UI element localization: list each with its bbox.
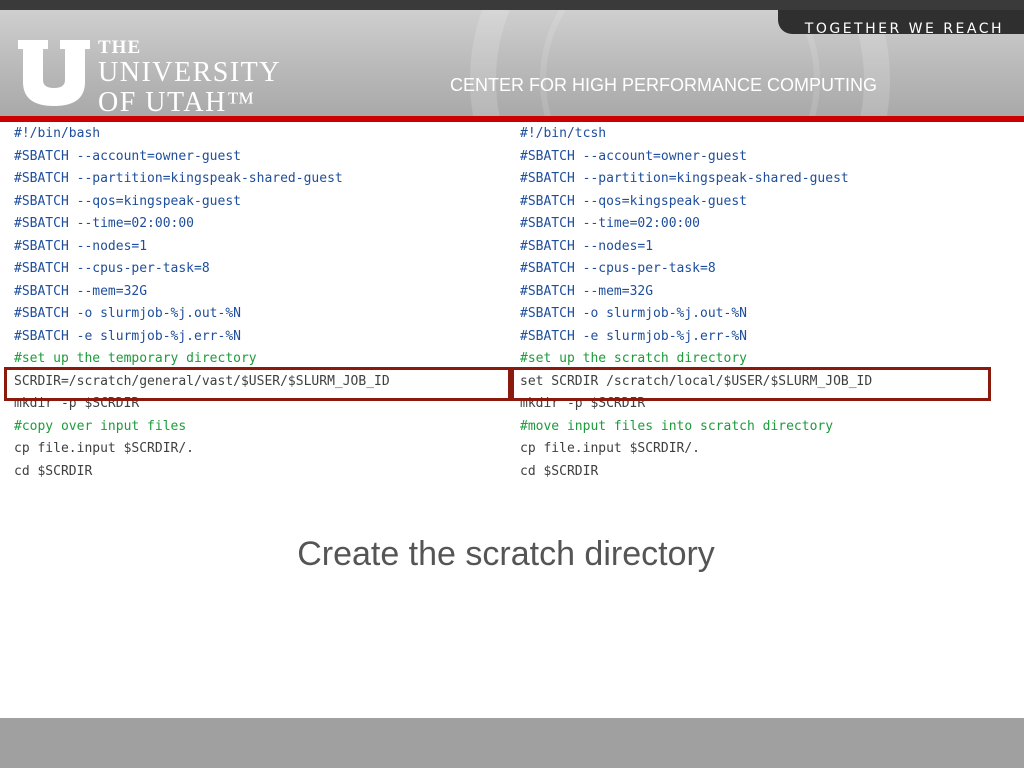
university-wordmark: THE UNIVERSITY OF UTAH™ bbox=[98, 38, 281, 116]
tagline: TOGETHER WE REACH bbox=[804, 21, 1004, 37]
code-line: #!/bin/bash bbox=[14, 126, 101, 141]
code-line: #SBATCH --time=02:00:00 bbox=[14, 216, 195, 231]
code-line: cd $SCRDIR bbox=[520, 463, 599, 479]
block-u-logo-icon bbox=[18, 40, 90, 106]
code-line: #SBATCH --account=owner-guest bbox=[520, 148, 747, 164]
code-line: #SBATCH --qos=kingspeak-guest bbox=[14, 193, 241, 209]
wordmark-line-university: UNIVERSITY bbox=[98, 57, 281, 88]
code-line: #!/bin/tcsh bbox=[520, 126, 607, 141]
code-line: #SBATCH --partition=kingspeak-shared-gue… bbox=[14, 171, 343, 186]
code-line: #SBATCH -o slurmjob-%j.out-%N bbox=[520, 306, 747, 321]
code-line: #SBATCH --time=02:00:00 bbox=[520, 216, 701, 231]
code-line: #SBATCH --mem=32G bbox=[14, 283, 148, 299]
code-line: #move input files into scratch directory bbox=[520, 418, 834, 434]
center-name: CENTER FOR HIGH PERFORMANCE COMPUTING bbox=[450, 75, 878, 95]
code-line: cp file.input $SCRDIR/. bbox=[520, 441, 701, 456]
code-line: #SBATCH -e slurmjob-%j.err-%N bbox=[14, 328, 241, 344]
wordmark-line-the: THE bbox=[98, 37, 142, 58]
slide-header: TOGETHER WE REACH THE UNIVERSITY OF UTAH… bbox=[0, 10, 1024, 116]
code-line: cd $SCRDIR bbox=[14, 463, 93, 479]
code-line: #SBATCH --cpus-per-task=8 bbox=[14, 261, 210, 276]
code-line: #SBATCH --cpus-per-task=8 bbox=[520, 261, 716, 276]
wordmark-line-of-utah: OF UTAH™ bbox=[98, 87, 256, 117]
tcsh-script: #!/bin/tcsh #SBATCH --account=owner-guest… bbox=[520, 125, 985, 485]
code-line: #SBATCH --account=owner-guest bbox=[14, 148, 241, 164]
code-line: #copy over input files bbox=[14, 418, 187, 434]
slide-footer bbox=[0, 718, 1024, 768]
slide-caption: Create the scratch directory bbox=[297, 535, 715, 573]
code-line: cp file.input $SCRDIR/. bbox=[14, 441, 195, 456]
code-line: #SBATCH --nodes=1 bbox=[520, 238, 654, 254]
top-bar bbox=[0, 0, 1024, 10]
code-line: #SBATCH -o slurmjob-%j.out-%N bbox=[14, 306, 241, 321]
code-line: #SBATCH --partition=kingspeak-shared-gue… bbox=[520, 171, 849, 186]
code-line: #SBATCH --nodes=1 bbox=[14, 238, 148, 254]
seal-watermark-inner bbox=[540, 10, 820, 116]
code-line: #SBATCH --qos=kingspeak-guest bbox=[520, 193, 747, 209]
code-line: #SBATCH -e slurmjob-%j.err-%N bbox=[520, 328, 747, 344]
header-red-rule bbox=[0, 116, 1024, 122]
highlight-box-tcsh bbox=[511, 367, 991, 401]
code-line: #SBATCH --mem=32G bbox=[520, 283, 654, 299]
bash-script: #!/bin/bash #SBATCH --account=owner-guest… bbox=[14, 125, 504, 485]
highlight-box-bash bbox=[4, 367, 511, 401]
